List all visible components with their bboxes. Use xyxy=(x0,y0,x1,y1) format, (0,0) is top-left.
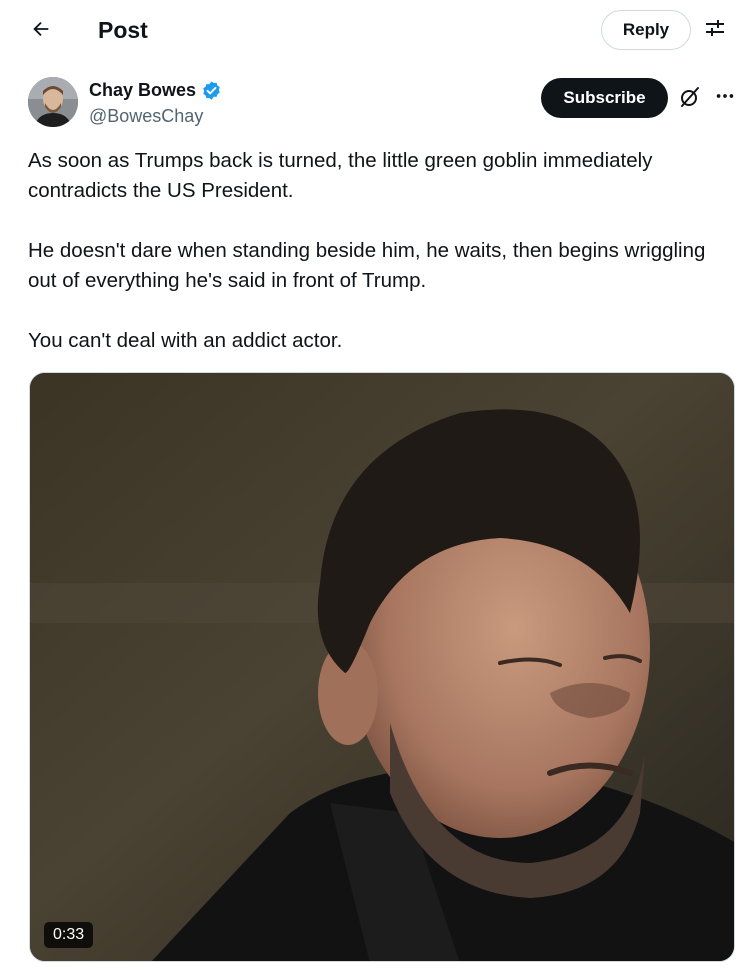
author-handle[interactable]: @BowesChay xyxy=(89,105,203,127)
post-paragraph: As soon as Trumps back is turned, the li… xyxy=(28,149,653,202)
video-duration: 0:33 xyxy=(44,922,94,948)
author-name-row[interactable]: Chay Bowes xyxy=(89,79,222,101)
video-player[interactable]: 0:33 xyxy=(29,372,735,962)
verified-badge-icon xyxy=(201,80,222,101)
video-frame xyxy=(30,373,734,961)
reply-button[interactable]: Reply xyxy=(601,10,691,50)
post-text: As soon as Trumps back is turned, the li… xyxy=(28,146,728,356)
post-header: Post Reply xyxy=(0,0,751,62)
grok-icon xyxy=(678,85,702,114)
subscribe-button[interactable]: Subscribe xyxy=(541,78,668,118)
sliders-icon xyxy=(703,16,727,45)
page-title: Post xyxy=(98,17,148,43)
back-button[interactable] xyxy=(22,13,60,49)
arrow-left-icon xyxy=(30,18,52,45)
avatar[interactable] xyxy=(28,77,78,127)
more-button[interactable] xyxy=(709,84,741,114)
sliders-button[interactable] xyxy=(699,14,731,46)
post-paragraph: You can't deal with an addict actor. xyxy=(28,329,343,352)
grok-button[interactable] xyxy=(675,84,705,114)
author-name: Chay Bowes xyxy=(89,80,197,100)
more-horizontal-icon xyxy=(714,85,736,113)
post-paragraph: He doesn't dare when standing beside him… xyxy=(28,239,706,292)
author-row: Chay Bowes @BowesChay Subscribe xyxy=(0,70,751,140)
